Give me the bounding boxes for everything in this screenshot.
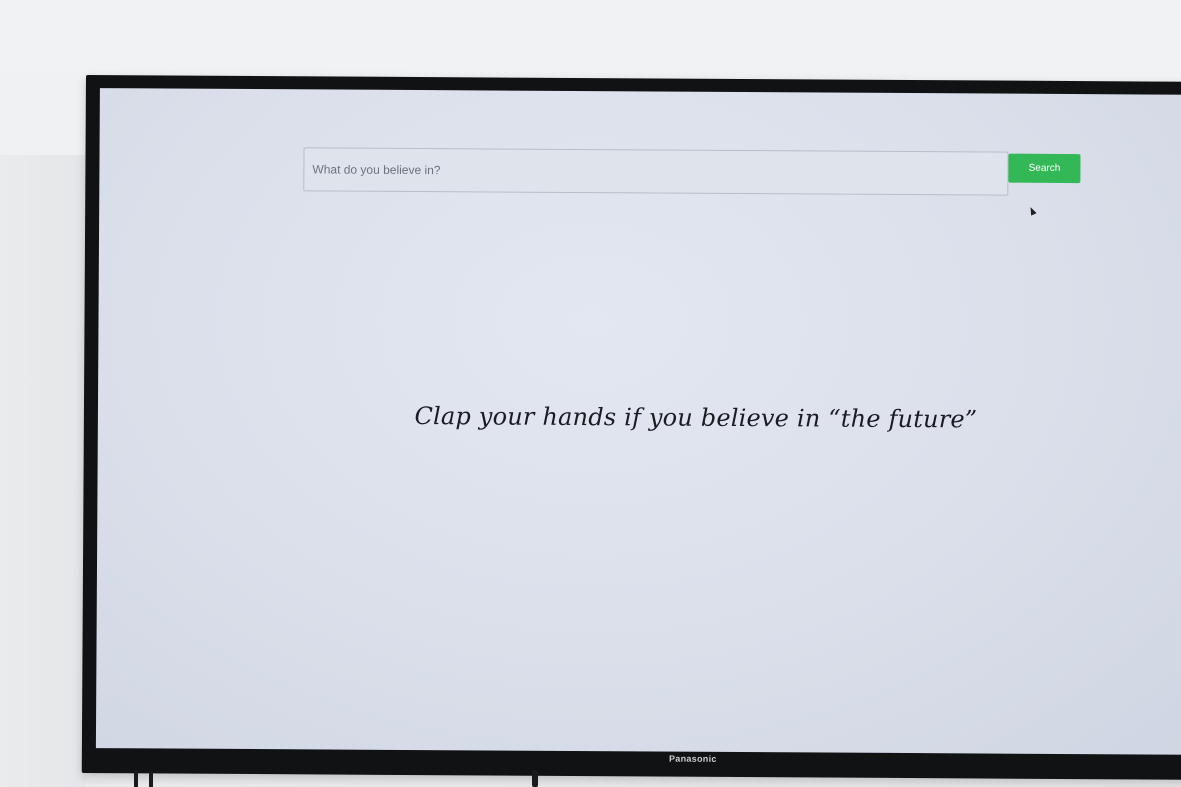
headline: Clap your hands if you believe in “the f… [98, 400, 1181, 435]
search-button[interactable]: Search [1008, 153, 1081, 184]
cable [149, 772, 153, 787]
search-bar [303, 147, 1009, 196]
search-input[interactable] [304, 148, 1008, 195]
wall-shadow [0, 155, 86, 787]
mouse-pointer-icon [1027, 205, 1037, 216]
cable [134, 770, 138, 787]
screen: Search Clap your hands if you believe in… [95, 88, 1181, 755]
cable [532, 770, 538, 787]
tv-bezel: Search Clap your hands if you believe in… [81, 75, 1181, 780]
headline-text: Clap your hands if you believe in “the f… [414, 402, 978, 434]
